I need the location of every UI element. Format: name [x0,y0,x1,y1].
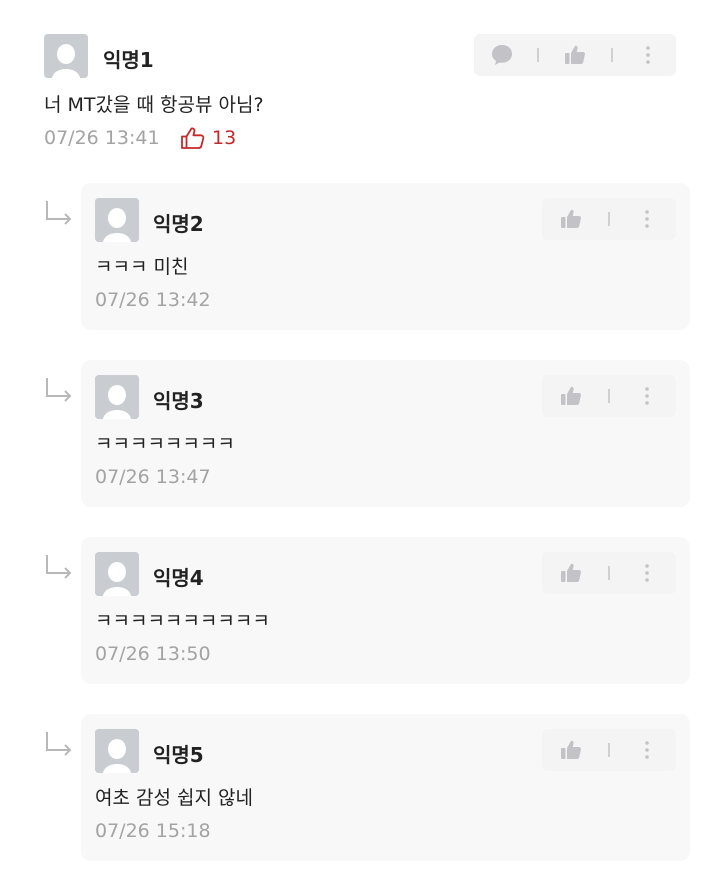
more-button[interactable] [627,375,667,417]
reply-time: 07/26 13:50 [95,643,211,665]
reply-nickname: 익명2 [153,212,204,236]
reply-time: 07/26 13:47 [95,466,211,488]
thumbs-up-icon [560,386,581,405]
more-button[interactable] [627,552,667,594]
toolbar-divider [607,212,610,226]
avatar-icon [95,729,139,773]
reply-toolbar [542,552,676,594]
reply-text: ㅋㅋㅋ 미친 [95,256,189,278]
like-button[interactable] [551,729,591,771]
comment-like-count[interactable]: 13 [180,126,236,150]
toolbar-divider [607,566,610,580]
reply-arrow-icon [46,555,72,579]
avatar-icon [95,552,139,596]
toolbar-divider [537,48,540,62]
reply-arrow-icon [46,201,72,225]
reply-arrow-icon [46,732,72,756]
avatar-icon [44,34,88,78]
comment-time: 07/26 13:41 [44,127,160,149]
toolbar-divider [607,743,610,757]
more-button[interactable] [627,198,667,240]
reply-card: 익명4 ㅋㅋㅋㅋㅋㅋㅋㅋㅋㅋ 07/26 13:50 [81,537,690,684]
reply-nickname: 익명5 [153,743,204,767]
more-vertical-icon [645,741,650,759]
thumbs-up-icon [560,209,581,228]
reply-toolbar [542,729,676,771]
toolbar-divider [607,389,610,403]
comment-text: 너 MT갔을 때 항공뷰 아님? [44,94,264,116]
more-vertical-icon [645,210,650,228]
reply-text: ㅋㅋㅋㅋㅋㅋㅋㅋㅋㅋ [95,610,270,632]
reply-nickname: 익명3 [153,389,204,413]
comment-toolbar [474,34,676,76]
comment-nickname: 익명1 [103,48,154,72]
like-button[interactable] [551,552,591,594]
reply-toolbar [542,198,676,240]
thumbs-up-icon [564,45,585,64]
thumbs-up-icon [560,563,581,582]
like-button[interactable] [551,198,591,240]
reply-text: ㅋㅋㅋㅋㅋㅋㅋㅋ [95,433,235,455]
more-button[interactable] [627,729,667,771]
more-vertical-icon [646,46,650,64]
more-vertical-icon [645,387,650,405]
speech-bubble-icon [491,45,512,65]
reply-card: 익명3 ㅋㅋㅋㅋㅋㅋㅋㅋ 07/26 13:47 [81,360,690,507]
comment: 익명1 너 MT갔을 때 항공뷰 아님? 07/26 13:41 13 [44,34,684,154]
reply-card: 익명2 ㅋㅋㅋ 미친 07/26 13:42 [81,183,690,330]
thumbs-up-icon [560,740,581,759]
reply-nickname: 익명4 [153,566,204,590]
reply-arrow-icon [46,378,72,402]
toolbar-divider [610,48,613,62]
more-vertical-icon [645,564,650,582]
like-button[interactable] [551,375,591,417]
more-button[interactable] [628,34,668,76]
reply-toolbar [542,375,676,417]
like-button[interactable] [555,34,595,76]
reply-card: 익명5 여초 감성 쉽지 않네 07/26 15:18 [81,714,690,861]
reply-text: 여초 감성 쉽지 않네 [95,787,253,809]
reply-time: 07/26 15:18 [95,820,211,842]
reply-time: 07/26 13:42 [95,289,211,311]
reply-button[interactable] [482,34,522,76]
thumbs-up-outline-icon [181,127,205,149]
avatar-icon [95,198,139,242]
like-count: 13 [212,127,237,149]
avatar-icon [95,375,139,419]
